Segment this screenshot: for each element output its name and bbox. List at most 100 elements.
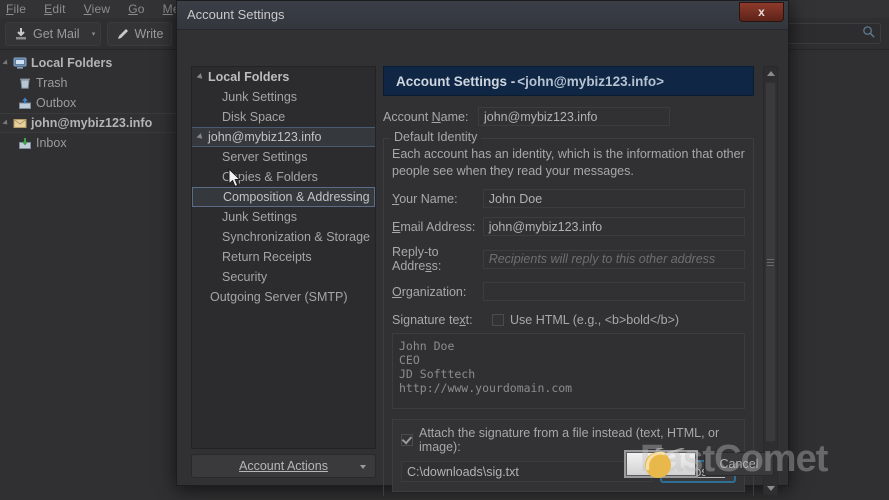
search-icon	[862, 25, 875, 43]
twisty-icon[interactable]	[196, 133, 205, 141]
screen: FFileile Edit View Go Message Get Mail ▾	[0, 0, 889, 500]
reply-to-row: Reply-to Address: Recipients will reply …	[392, 245, 745, 273]
tree-item-label: john@mybiz123.info	[208, 130, 322, 144]
write-button[interactable]: Write	[106, 21, 173, 46]
computer-icon	[13, 56, 27, 70]
twisty-icon[interactable]	[196, 73, 205, 81]
tree-item-label: Security	[222, 270, 268, 284]
scrollbar-up-button[interactable]	[764, 67, 777, 80]
tree-item-label: Junk Settings	[222, 210, 298, 224]
account-settings-dialog: Account Settings x Local Folders Junk Se…	[176, 0, 789, 496]
organization-row: Organization:	[392, 282, 745, 301]
content-scrollbar[interactable]	[763, 66, 778, 496]
scrollbar-thumb[interactable]	[765, 82, 776, 442]
inbox-icon	[18, 136, 32, 150]
mouse-pointer-icon	[228, 168, 241, 188]
settings-content-pane: Account Settings - <john@mybiz123.info> …	[383, 66, 754, 496]
write-label: Write	[134, 26, 164, 41]
account-actions-label: Account Actions	[239, 459, 328, 473]
tree-item-security[interactable]: Security	[192, 267, 375, 287]
tree-item-junk-settings-local[interactable]: Junk Settings	[192, 87, 375, 107]
tree-item-label: Return Receipts	[222, 250, 312, 264]
tree-item-label: Server Settings	[222, 150, 308, 164]
account-actions-button[interactable]: Account Actions	[191, 454, 376, 478]
dialog-title: Account Settings	[187, 7, 285, 22]
grip-lines-icon	[767, 257, 774, 268]
ok-button[interactable]: OK	[626, 452, 696, 476]
signature-label-row: Signature text: Use HTML (e.g., <b>bold<…	[392, 313, 745, 327]
use-html-checkbox[interactable]	[492, 314, 504, 326]
folder-label: john@mybiz123.info	[31, 116, 153, 130]
tree-item-local-folders[interactable]: Local Folders	[192, 67, 375, 87]
email-address-row: Email Address: john@mybiz123.info	[392, 217, 745, 236]
your-name-label: Your Name:	[392, 191, 458, 206]
tree-item-server-settings[interactable]: Server Settings	[192, 147, 375, 167]
folder-row-account[interactable]: john@mybiz123.info	[0, 113, 200, 133]
get-mail-label: Get Mail	[33, 26, 80, 41]
outbox-icon	[18, 96, 32, 110]
dialog-button-bar: OK Cancel	[626, 452, 774, 476]
chevron-down-icon	[360, 465, 366, 469]
your-name-row: Your Name: John Doe	[392, 189, 745, 208]
folder-row-trash[interactable]: Trash	[0, 73, 200, 93]
dialog-titlebar[interactable]: Account Settings x	[177, 1, 788, 30]
folder-label: Local Folders	[31, 56, 113, 70]
your-name-input[interactable]: John Doe	[482, 189, 745, 208]
menu-item-file[interactable]: FFileile	[6, 2, 26, 16]
attach-signature-checkbox[interactable]	[401, 434, 413, 446]
tree-item-outgoing-server-smtp[interactable]: Outgoing Server (SMTP)	[192, 287, 375, 307]
pane-header-account: <john@mybiz123.info>	[517, 73, 664, 89]
triangle-up-icon	[766, 71, 775, 76]
folder-pane: Local Folders Trash Outbox john@mybiz123…	[0, 50, 200, 500]
tree-item-label: Junk Settings	[222, 90, 298, 104]
folder-label: Trash	[36, 76, 68, 90]
tree-item-junk-settings-account[interactable]: Junk Settings	[192, 207, 375, 227]
account-name-input[interactable]: john@mybiz123.info	[478, 107, 670, 126]
close-icon[interactable]: x	[739, 2, 784, 22]
use-html-label: Use HTML (e.g., <b>bold</b>)	[510, 313, 680, 327]
default-identity-group: Default Identity Each account has an ide…	[383, 130, 754, 496]
menu-item-edit[interactable]: Edit	[44, 2, 66, 16]
email-address-label: Email Address:	[392, 219, 476, 234]
tree-item-disk-space[interactable]: Disk Space	[192, 107, 375, 127]
get-mail-button[interactable]: Get Mail	[5, 21, 88, 46]
email-address-input[interactable]: john@mybiz123.info	[482, 217, 745, 236]
reply-to-input[interactable]: Recipients will reply to this other addr…	[482, 249, 745, 269]
organization-label: Organization:	[392, 284, 467, 299]
default-identity-title: Default Identity	[390, 130, 482, 144]
twisty-icon[interactable]	[2, 119, 10, 127]
folder-row-inbox[interactable]: Inbox	[0, 133, 200, 153]
trash-icon	[18, 76, 32, 90]
tree-item-return-receipts[interactable]: Return Receipts	[192, 247, 375, 267]
tree-item-composition-addressing[interactable]: Composition & Addressing	[192, 187, 375, 207]
organization-input[interactable]	[482, 282, 745, 301]
tree-item-account[interactable]: john@mybiz123.info	[192, 127, 375, 147]
settings-tree[interactable]: Local Folders Junk Settings Disk Space j…	[191, 66, 376, 449]
menu-item-go[interactable]: Go	[128, 2, 144, 16]
signature-text-label: Signature text:	[392, 313, 473, 327]
dialog-body: Local Folders Junk Settings Disk Space j…	[177, 30, 788, 496]
tree-item-label: Local Folders	[208, 70, 290, 84]
menu-item-view[interactable]: View	[84, 2, 111, 16]
download-icon	[14, 27, 28, 41]
default-identity-description: Each account has an identity, which is t…	[392, 147, 745, 178]
tree-item-label: Outgoing Server (SMTP)	[210, 290, 348, 304]
scrollbar-down-button[interactable]	[764, 482, 777, 495]
attach-signature-label: Attach the signature from a file instead…	[419, 426, 720, 454]
cancel-button[interactable]: Cancel	[704, 452, 774, 476]
get-mail-dropdown[interactable]: ▾	[87, 21, 101, 46]
twisty-icon[interactable]	[2, 59, 10, 67]
account-name-row: Account Name: john@mybiz123.info	[383, 107, 754, 126]
mail-account-icon	[13, 116, 27, 130]
folder-row-local-folders[interactable]: Local Folders	[0, 53, 200, 73]
tree-item-copies-folders[interactable]: Copies & Folders	[192, 167, 375, 187]
triangle-down-icon	[766, 486, 775, 491]
folder-row-outbox[interactable]: Outbox	[0, 93, 200, 113]
signature-file-input[interactable]: C:\downloads\sig.txt	[401, 461, 653, 482]
tree-item-synchronization-storage[interactable]: Synchronization & Storage	[192, 227, 375, 247]
folder-label: Outbox	[36, 96, 77, 110]
chevron-down-icon: ▾	[91, 30, 96, 38]
pencil-icon	[116, 27, 130, 41]
folder-label: Inbox	[36, 136, 67, 150]
signature-text-area[interactable]: John Doe CEO JD Softtech http://www.your…	[392, 333, 745, 409]
